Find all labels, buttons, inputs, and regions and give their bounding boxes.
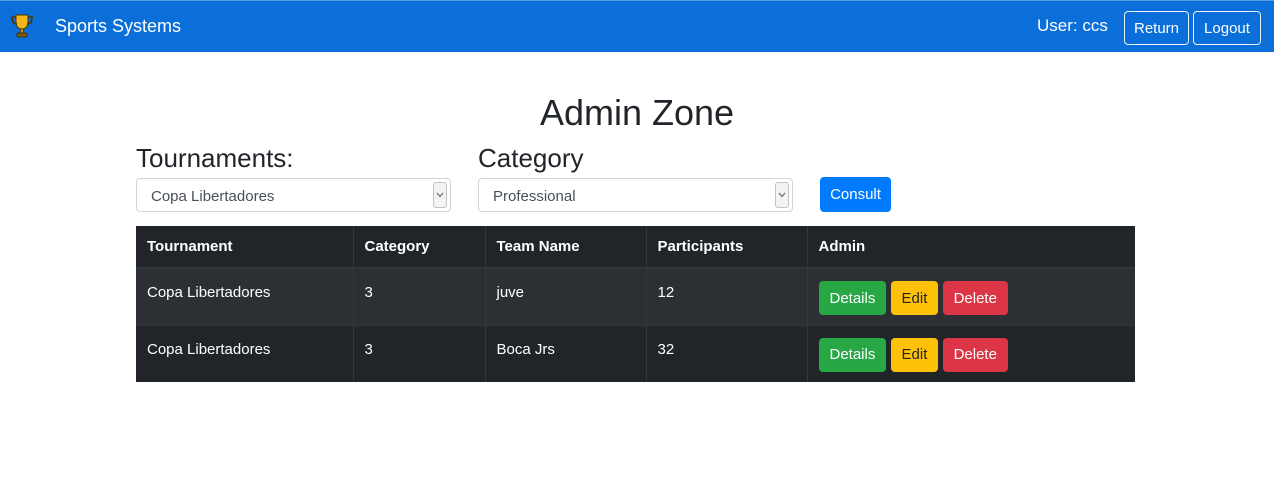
page-title: Admin Zone	[539, 92, 735, 133]
delete-button[interactable]: Delete	[942, 281, 1008, 315]
user-label: User: ccs	[1037, 16, 1108, 35]
cell-tournament: Copa Libertadores	[136, 267, 354, 325]
consult-button[interactable]: Consult	[820, 177, 891, 212]
cell-participants: 32	[646, 324, 808, 382]
col-header-participants: Participants	[646, 226, 808, 269]
cell-team-name: Boca Jrs	[485, 324, 647, 382]
return-button[interactable]: Return	[1124, 11, 1189, 45]
logout-button[interactable]: Logout	[1193, 11, 1261, 45]
table-header-row: Tournament Category Team Name Participan…	[136, 226, 1135, 269]
col-header-admin: Admin	[807, 226, 1135, 269]
details-button[interactable]: Details	[818, 281, 887, 315]
delete-button[interactable]: Delete	[942, 337, 1008, 372]
chevron-down-icon	[433, 182, 447, 208]
cell-admin-actions: Details Edit Delete	[807, 267, 1135, 325]
tournament-select-value: Copa Libertadores	[151, 188, 275, 205]
tournament-select[interactable]: Copa Libertadores	[136, 178, 451, 212]
cell-team-name: juve	[485, 267, 647, 325]
cell-admin-actions: Details Edit Delete	[807, 324, 1135, 382]
category-select[interactable]: Professional	[478, 178, 793, 212]
cell-category: 3	[353, 267, 486, 325]
cell-category: 3	[353, 324, 486, 382]
tournaments-table: Tournament Category Team Name Participan…	[136, 226, 1135, 382]
category-select-value: Professional	[493, 188, 576, 205]
trophy-icon	[11, 14, 33, 38]
cell-tournament: Copa Libertadores	[136, 324, 354, 382]
top-navbar: Sports Systems User: ccs Return Logout	[0, 0, 1274, 52]
col-header-tournament: Tournament	[136, 226, 354, 269]
details-button[interactable]: Details	[818, 337, 887, 372]
tournaments-label: Tournaments:	[136, 143, 294, 173]
edit-button[interactable]: Edit	[890, 281, 939, 315]
edit-button[interactable]: Edit	[890, 337, 939, 372]
category-label: Category	[478, 143, 584, 173]
table-row: Copa Libertadores 3 juve 12 Details Edit…	[136, 267, 1135, 325]
col-header-team-name: Team Name	[485, 226, 647, 269]
cell-participants: 12	[646, 267, 808, 325]
chevron-down-icon	[775, 182, 789, 208]
col-header-category: Category	[353, 226, 486, 269]
brand-title[interactable]: Sports Systems	[55, 16, 181, 37]
table-row: Copa Libertadores 3 Boca Jrs 32 Details …	[136, 324, 1135, 382]
